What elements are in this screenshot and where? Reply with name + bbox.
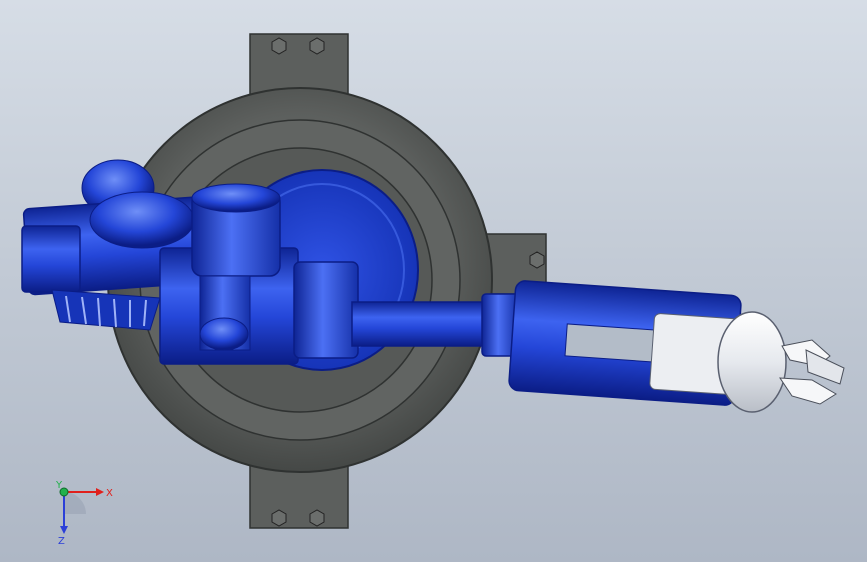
bottom-bolt-right [309,509,325,527]
bottom-bolt-left [271,509,287,527]
top-bolt-left [271,37,287,55]
wrist-link[interactable] [508,280,742,406]
cad-3d-viewport[interactable] [0,0,867,562]
elbow-motor-cap [191,183,281,213]
y-axis-label: Y [55,480,63,491]
z-axis-label: Z [58,536,65,547]
gripper-housing [717,311,787,413]
shoulder-cap [21,225,81,293]
x-axis-label: X [106,488,113,499]
side-bolt [529,251,545,269]
elbow-post-cap [199,317,249,351]
forearm-shaft [351,301,493,347]
triad-quadrant-shadow [64,492,86,514]
top-bolt-right [309,37,325,55]
z-axis-arrow [60,526,68,534]
shoulder-dome-front [89,191,195,249]
forearm-collar [293,261,359,359]
gripper-finger-lower [779,377,837,405]
coordinate-triad: X Z Y [55,480,113,547]
x-axis-arrow [96,488,104,496]
gripper-assembly[interactable] [717,311,845,413]
